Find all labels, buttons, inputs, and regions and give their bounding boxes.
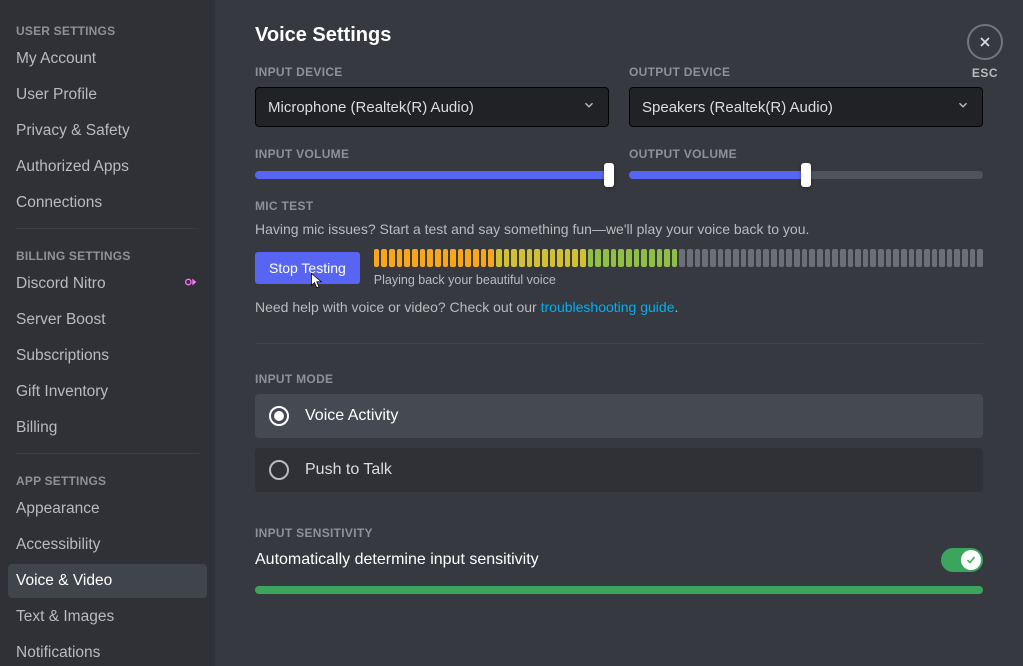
sidebar-item-user-profile[interactable]: User Profile	[8, 78, 207, 112]
sidebar-item-authorized-apps[interactable]: Authorized Apps	[8, 150, 207, 184]
close-icon	[977, 34, 993, 50]
section-divider	[255, 343, 983, 344]
output-volume-slider[interactable]	[629, 171, 983, 179]
sidebar-item-privacy-safety[interactable]: Privacy & Safety	[8, 114, 207, 148]
sidebar-item-billing[interactable]: Billing	[8, 411, 207, 445]
nitro-icon	[183, 275, 199, 293]
chevron-down-icon	[582, 98, 596, 116]
sidebar-item-server-boost[interactable]: Server Boost	[8, 303, 207, 337]
input-mode-voice-activity[interactable]: Voice Activity	[255, 394, 983, 438]
close-area: ESC	[967, 24, 1003, 80]
page-title: Voice Settings	[255, 24, 983, 47]
chevron-down-icon	[956, 98, 970, 116]
sidebar-item-discord-nitro[interactable]: Discord Nitro	[8, 267, 207, 301]
output-device-label: OUTPUT DEVICE	[629, 65, 983, 79]
mic-test-label: MIC TEST	[255, 199, 983, 213]
mic-test-desc: Having mic issues? Start a test and say …	[255, 221, 983, 237]
mic-help-text: Need help with voice or video? Check out…	[255, 299, 983, 315]
input-mode-label: INPUT MODE	[255, 372, 983, 386]
radio-icon	[269, 406, 289, 426]
input-volume-slider[interactable]	[255, 171, 609, 179]
sidebar-item-accessibility[interactable]: Accessibility	[8, 528, 207, 562]
sidebar-header-billing: BILLING SETTINGS	[8, 237, 207, 267]
sidebar-item-notifications[interactable]: Notifications	[8, 636, 207, 666]
sidebar-item-gift-inventory[interactable]: Gift Inventory	[8, 375, 207, 409]
sidebar-item-connections[interactable]: Connections	[8, 186, 207, 220]
sidebar-item-voice-video[interactable]: Voice & Video	[8, 564, 207, 598]
sidebar-item-appearance[interactable]: Appearance	[8, 492, 207, 526]
esc-label: ESC	[967, 66, 1003, 80]
input-device-label: INPUT DEVICE	[255, 65, 609, 79]
sidebar-item-subscriptions[interactable]: Subscriptions	[8, 339, 207, 373]
sidebar-item-my-account[interactable]: My Account	[8, 42, 207, 76]
check-icon	[965, 554, 977, 566]
output-volume-label: OUTPUT VOLUME	[629, 147, 983, 161]
stop-testing-button[interactable]: Stop Testing	[255, 252, 360, 284]
auto-sensitivity-toggle[interactable]	[941, 548, 983, 572]
settings-sidebar: USER SETTINGS My Account User Profile Pr…	[0, 0, 215, 666]
sidebar-header-app: APP SETTINGS	[8, 462, 207, 492]
cursor-icon	[307, 272, 325, 290]
input-volume-label: INPUT VOLUME	[255, 147, 609, 161]
output-device-select[interactable]: Speakers (Realtek(R) Audio)	[629, 87, 983, 127]
main-content: ESC Voice Settings INPUT DEVICE Micropho…	[215, 0, 1023, 666]
input-mode-push-to-talk[interactable]: Push to Talk	[255, 448, 983, 492]
mic-level-meter: Playing back your beautiful voice	[374, 249, 983, 287]
slider-thumb[interactable]	[604, 163, 614, 187]
radio-icon	[269, 460, 289, 480]
sidebar-item-text-images[interactable]: Text & Images	[8, 600, 207, 634]
sidebar-divider	[16, 228, 199, 229]
slider-thumb[interactable]	[801, 163, 811, 187]
troubleshooting-link[interactable]: troubleshooting guide	[541, 299, 675, 315]
input-sensitivity-label: INPUT SENSITIVITY	[255, 526, 983, 540]
input-device-select[interactable]: Microphone (Realtek(R) Audio)	[255, 87, 609, 127]
toggle-knob	[961, 550, 981, 570]
playback-text: Playing back your beautiful voice	[374, 273, 983, 287]
sidebar-header-user: USER SETTINGS	[8, 12, 207, 42]
sidebar-divider	[16, 453, 199, 454]
sensitivity-bar	[255, 586, 983, 594]
auto-sensitivity-label: Automatically determine input sensitivit…	[255, 551, 539, 569]
close-button[interactable]	[967, 24, 1003, 60]
